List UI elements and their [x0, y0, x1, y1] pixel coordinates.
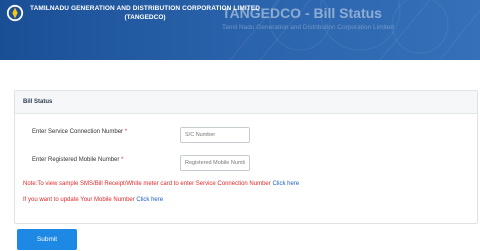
- card-title: Bill Status: [15, 91, 477, 114]
- update-mobile-note: If you want to update Your Mobile Number…: [23, 197, 163, 203]
- sample-click-here-link[interactable]: Click here: [272, 181, 299, 187]
- service-number-label-text: Enter Service Connection Number: [32, 129, 124, 135]
- service-number-input[interactable]: [180, 127, 250, 143]
- sample-note: Note:To view sample SMS/Bill Receipt/Whi…: [23, 181, 299, 187]
- mobile-number-input[interactable]: [180, 155, 250, 171]
- update-click-here-link[interactable]: Click here: [136, 197, 163, 203]
- page-title: TANGEDCO - Bill Status: [222, 5, 382, 21]
- service-number-label: Enter Service Connection Number *: [32, 129, 127, 135]
- tangedco-logo-icon: [6, 4, 24, 22]
- submit-button[interactable]: Submit: [17, 229, 77, 250]
- page-subtitle: Tamil Nadu Generation and Distribution C…: [222, 24, 394, 31]
- required-marker: *: [124, 129, 128, 135]
- required-marker: *: [121, 157, 124, 163]
- mobile-number-label-text: Enter Registered Mobile Number: [32, 157, 120, 163]
- update-mobile-text: If you want to update Your Mobile Number: [23, 197, 135, 203]
- header-banner: TAMILNADU GENERATION AND DISTRIBUTION CO…: [0, 0, 480, 60]
- mobile-number-label: Enter Registered Mobile Number *: [32, 157, 123, 163]
- sample-note-text: Note:To view sample SMS/Bill Receipt/Whi…: [23, 181, 271, 187]
- bill-status-card: Bill Status Enter Service Connection Num…: [14, 90, 478, 224]
